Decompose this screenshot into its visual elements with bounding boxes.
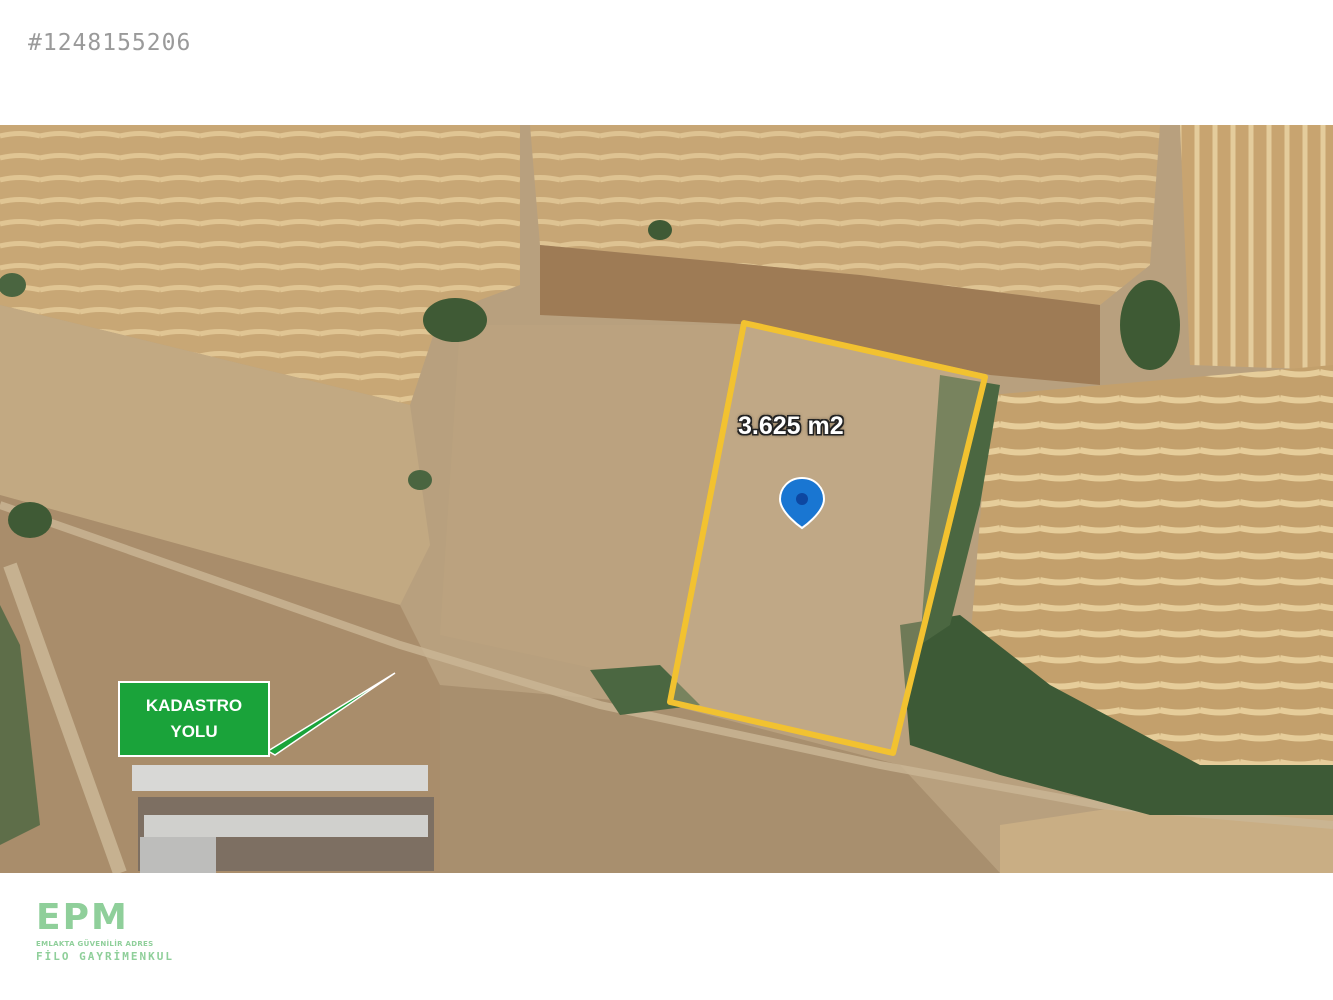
brand-mark: EPM — [36, 897, 129, 938]
brand-logo: EPM EMLAKTA GÜVENİLİR ADRES FİLO GAYRİME… — [36, 900, 216, 975]
parcel-area-label: 3.625 m2 — [738, 412, 844, 440]
brand-tagline: EMLAKTA GÜVENİLİR ADRES — [36, 940, 154, 948]
listing-id: #1248155206 — [28, 30, 192, 56]
satellite-imagery — [0, 125, 1333, 873]
satellite-map[interactable]: 3.625 m2 KADASTRO YOLU — [0, 125, 1333, 873]
road-callout-line2: YOLU — [170, 722, 218, 741]
road-callout: KADASTRO YOLU — [118, 681, 270, 757]
road-callout-line1: KADASTRO — [145, 696, 243, 715]
brand-name: FİLO GAYRİMENKUL — [36, 950, 174, 963]
